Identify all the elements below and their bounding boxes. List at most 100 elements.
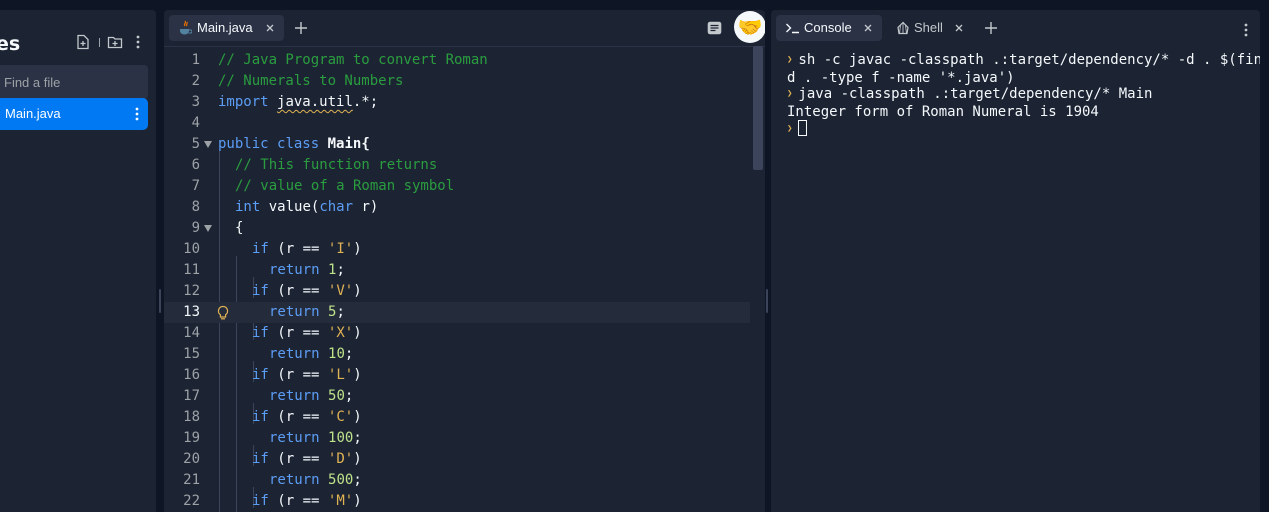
plus-icon[interactable]: [294, 21, 308, 35]
code-line: 5 public class Main{: [164, 134, 750, 155]
kebab-menu-icon[interactable]: [1239, 22, 1253, 38]
file-search-input[interactable]: [4, 73, 140, 91]
keyword: if: [252, 283, 269, 299]
code-line: 3 import java.util.*;: [164, 92, 750, 113]
code-token: ): [353, 241, 362, 257]
panel-resize-handle[interactable]: [766, 289, 768, 313]
line-number: 9: [191, 220, 200, 236]
console-panel: Console Shell ❯ sh -c javac -classpath .:…: [771, 10, 1260, 512]
tab-console[interactable]: Console: [776, 15, 882, 41]
prompt-chevron-icon: ❯: [787, 124, 793, 134]
console-output[interactable]: ❯ sh -c javac -classpath .:target/depende…: [787, 52, 1260, 139]
close-icon[interactable]: [264, 22, 276, 34]
line-number: 16: [183, 367, 200, 383]
code-text: if (r == 'L'): [252, 365, 362, 386]
code-line: 9 {: [164, 218, 750, 239]
number-literal: 100: [328, 430, 354, 446]
console-text: d . -type f -name '*.java'): [787, 70, 1015, 86]
close-icon[interactable]: [862, 22, 874, 34]
file-search-box[interactable]: [0, 65, 148, 99]
console-text: Integer form of Roman Numeral is 1904: [787, 104, 1099, 120]
console-line: ❯ java -classpath .:target/dependency/* M…: [787, 86, 1247, 104]
shell-icon: [897, 21, 909, 35]
line-number: 11: [183, 262, 200, 278]
line-number: 15: [183, 346, 200, 362]
code-token: r): [361, 199, 379, 215]
code-text: return 500;: [269, 470, 362, 491]
fold-arrow-icon[interactable]: [204, 141, 212, 148]
code-token: {: [235, 220, 244, 236]
number-literal: 500: [328, 472, 354, 488]
console-line: Integer form of Roman Numeral is 1904: [787, 104, 1247, 120]
line-number: 18: [183, 409, 200, 425]
code-line: 19 return 100;: [164, 428, 750, 449]
avatar[interactable]: 🤝: [734, 11, 765, 43]
line-number: 6: [191, 157, 200, 173]
lightbulb-icon[interactable]: [216, 305, 230, 321]
keyword: class: [277, 136, 320, 152]
line-number: 2: [191, 73, 200, 89]
code-token: ;: [336, 304, 345, 320]
code-line: 1 // Java Program to convert Roman: [164, 50, 750, 71]
code-line: 6 // This function returns: [164, 155, 750, 176]
string-literal: 'C': [327, 409, 354, 425]
file-item-main-java[interactable]: Main.java: [0, 98, 148, 130]
kebab-menu-icon[interactable]: [130, 34, 146, 50]
code-token: ;: [344, 346, 354, 362]
code-line: 21 return 500;: [164, 470, 750, 491]
line-number: 17: [183, 388, 200, 404]
terminal-cursor: [798, 120, 808, 136]
keyword: return: [269, 388, 320, 404]
line-number: 22: [183, 493, 200, 509]
code-token: (r ==: [277, 367, 320, 383]
number-literal: 50: [328, 388, 345, 404]
kebab-menu-icon[interactable]: [130, 106, 144, 122]
new-folder-icon[interactable]: [107, 34, 123, 50]
number-literal: 10: [328, 346, 345, 362]
tab-main-java[interactable]: Main.java: [169, 15, 284, 41]
line-number: 1: [191, 52, 200, 68]
plus-icon[interactable]: [984, 21, 998, 35]
editor-scrollbar-thumb[interactable]: [753, 46, 763, 170]
keyword: if: [252, 241, 269, 257]
code-token: .*;: [352, 94, 379, 110]
code-comment: // This function returns: [235, 157, 438, 173]
line-number: 4: [191, 115, 200, 131]
code-comment: // Java Program to convert Roman: [218, 52, 488, 68]
tab-label: Main.java: [197, 20, 253, 35]
code-text: return 50;: [269, 386, 353, 407]
code-line: 17 return 50;: [164, 386, 750, 407]
keyword: if: [252, 493, 269, 509]
code-token: ): [353, 493, 362, 509]
panel-resize-handle[interactable]: [159, 289, 161, 313]
class-name: Main{: [327, 136, 370, 152]
code-token: (r ==: [277, 451, 320, 467]
code-text: public class Main{: [218, 134, 370, 155]
code-line: 14 if (r == 'X'): [164, 323, 750, 344]
fold-arrow-icon[interactable]: [204, 225, 212, 232]
code-token: (r ==: [277, 283, 320, 299]
package-name: java.util: [277, 94, 353, 110]
line-number: 19: [183, 430, 200, 446]
file-item-label: Main.java: [5, 106, 61, 121]
keyword: char: [319, 199, 354, 215]
string-literal: 'L': [327, 367, 354, 383]
java-file-icon: [180, 20, 192, 35]
code-text: if (r == 'D'): [252, 449, 362, 470]
new-file-icon[interactable]: [75, 34, 91, 50]
code-token: (r ==: [277, 409, 320, 425]
keyword: return: [269, 472, 320, 488]
format-icon[interactable]: [707, 21, 722, 35]
tab-shell[interactable]: Shell: [887, 15, 969, 41]
code-token: ): [353, 367, 362, 383]
code-text: if (r == 'X'): [252, 323, 362, 344]
code-line: 11 return 1;: [164, 260, 750, 281]
editor-panel: Main.java 🤝 1 // Java Program to convert…: [164, 10, 765, 512]
code-editor[interactable]: 1 // Java Program to convert Roman 2 // …: [164, 46, 765, 512]
code-line: 7 // value of a Roman symbol: [164, 176, 750, 197]
console-text: sh -c javac -classpath .:target/dependen…: [798, 52, 1260, 68]
method-name: value(: [268, 199, 320, 215]
code-token: (r ==: [277, 493, 320, 509]
close-icon[interactable]: [953, 22, 965, 34]
keyword: return: [269, 346, 320, 362]
